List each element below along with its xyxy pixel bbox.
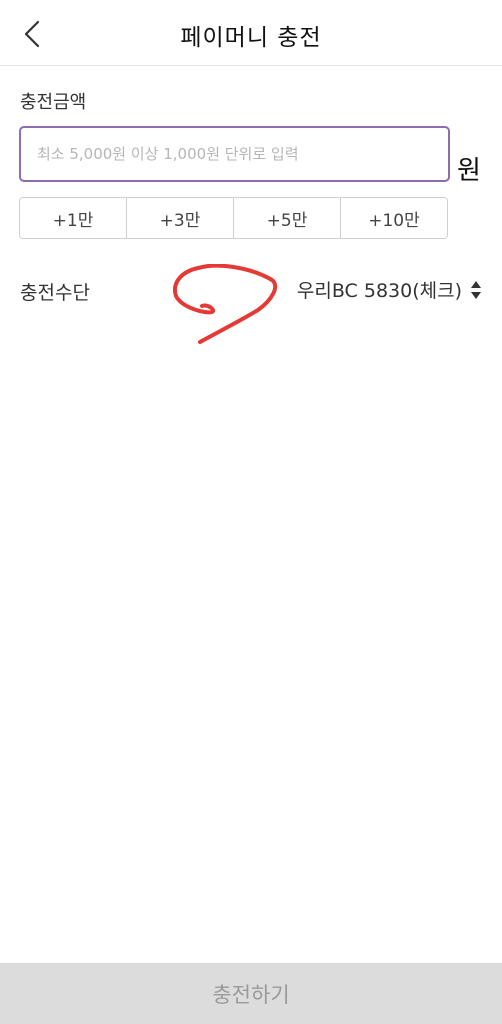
currency-unit-label: 원 <box>457 156 481 186</box>
preset-button-50000[interactable]: +5만 <box>234 198 341 238</box>
payment-method-select[interactable]: 우리BC 5830(체크) <box>297 276 482 303</box>
preset-button-10000[interactable]: +1만 <box>20 198 127 238</box>
app-header: 페이머니 충전 <box>0 0 502 66</box>
amount-label: 충전금액 <box>20 92 87 113</box>
page-title: 페이머니 충전 <box>180 25 322 51</box>
preset-button-100000[interactable]: +10만 <box>341 198 447 238</box>
sort-arrows-icon <box>471 280 481 299</box>
payment-method-value: 우리BC 5830(체크) <box>296 280 462 302</box>
preset-button-30000[interactable]: +3만 <box>127 198 234 238</box>
amount-input[interactable] <box>19 126 450 182</box>
payment-method-label: 충전수단 <box>20 282 90 304</box>
amount-preset-group: +1만 +3만 +5만 +10만 <box>19 197 448 239</box>
charge-submit-button[interactable]: 충전하기 <box>0 963 502 1024</box>
red-scribble-annotation <box>173 264 278 344</box>
